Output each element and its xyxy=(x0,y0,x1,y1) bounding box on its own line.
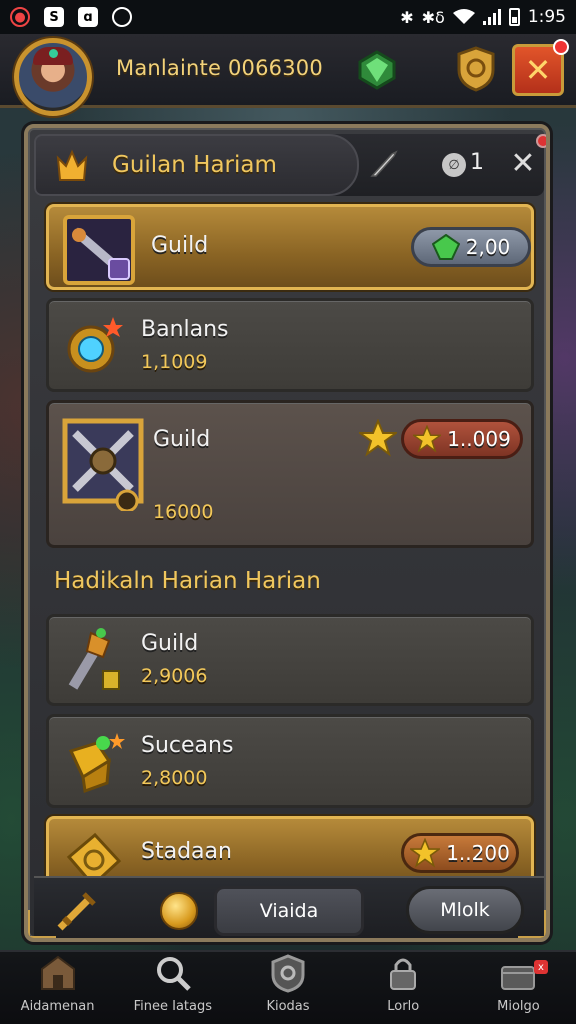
record-icon: ● xyxy=(10,7,30,27)
app-notification-icon: S xyxy=(44,7,64,27)
item-label: Stadaan xyxy=(141,839,232,864)
nav-label: Miolgo xyxy=(497,999,540,1014)
clock-icon xyxy=(112,7,132,27)
avatar[interactable] xyxy=(14,38,92,116)
nav-item-chest[interactable]: x Miolgo xyxy=(461,952,576,1024)
panel-header: Guilan Hariam ∅ 1 ✕ xyxy=(34,134,546,196)
status-bar: ● S ɑ ✱ ✱δ 1:95 xyxy=(0,0,576,34)
nav-item-search[interactable]: Finee Iatags xyxy=(115,952,230,1024)
item-value: 16000 xyxy=(153,501,214,523)
star-icon xyxy=(410,838,441,868)
item-label: Guild xyxy=(153,427,211,452)
status-time: 1:95 xyxy=(527,7,566,27)
panel-corner xyxy=(518,910,546,938)
list-item[interactable]: Guild 2,00 xyxy=(46,204,534,290)
nav-label: Aidamenan xyxy=(20,999,95,1014)
item-value: 1,1009 xyxy=(141,351,208,373)
quill-icon[interactable] xyxy=(368,148,400,180)
panel-close-button[interactable]: ✕ xyxy=(506,134,546,181)
bottom-nav: Aidamenan Finee Iatags Kiodas Lorlo x Mi… xyxy=(0,950,576,1024)
torch-icon xyxy=(68,628,120,690)
nav-label: Finee Iatags xyxy=(133,999,212,1014)
cube-gem-icon xyxy=(68,733,125,794)
price-value: 2,00 xyxy=(465,235,511,259)
list-item[interactable]: Suceans 2,8000 xyxy=(46,714,534,808)
panel-title: Guilan Hariam xyxy=(112,152,277,178)
item-value: 2,8000 xyxy=(141,767,208,789)
gem-price-button[interactable]: 2,00 xyxy=(411,227,531,267)
nav-item-lock[interactable]: Lorlo xyxy=(346,952,461,1024)
counter-value: 1 xyxy=(470,150,484,175)
hat-gem-graphic xyxy=(49,49,58,58)
item-label: Guild xyxy=(151,233,209,258)
nav-label: Lorlo xyxy=(387,999,420,1014)
price-value: 1..200 xyxy=(446,841,510,865)
list-item[interactable]: Banlans 1,1009 xyxy=(46,298,534,392)
notification-dot xyxy=(553,39,569,55)
amulet-icon xyxy=(67,317,123,373)
star-price-button[interactable]: 1..200 xyxy=(401,833,519,873)
nav-label: Kiodas xyxy=(266,999,310,1014)
lock-icon xyxy=(390,958,417,990)
action-button[interactable]: Mlolk xyxy=(406,886,524,934)
guild-panel: Guilan Hariam ∅ 1 ✕ Guild 2,00 Banlans 1… xyxy=(24,124,550,942)
signal-icon xyxy=(482,9,501,25)
crown-icon xyxy=(56,149,88,181)
image-notification-icon: ɑ xyxy=(78,7,98,27)
panel-corner xyxy=(28,910,56,938)
section-title: Hadikaln Harian Harian xyxy=(54,568,321,594)
close-icon: ✕ xyxy=(510,145,536,181)
item-label: Suceans xyxy=(141,733,234,758)
player-name: Manlainte 0066300 xyxy=(116,56,323,80)
wifi-icon xyxy=(452,9,475,24)
tab-button[interactable]: Viaida xyxy=(214,886,364,936)
castle-icon xyxy=(40,955,75,990)
nav-item-home[interactable]: Aidamenan xyxy=(0,952,115,1024)
panel-title-tab: Guilan Hariam xyxy=(34,134,359,196)
search-icon xyxy=(156,957,191,991)
item-label: Guild xyxy=(141,631,199,656)
nav-item-guild[interactable]: Kiodas xyxy=(230,952,345,1024)
star-icon xyxy=(359,419,397,457)
battery-icon xyxy=(508,8,520,26)
star-price-button[interactable]: 1..009 xyxy=(401,419,523,459)
shield-icon[interactable] xyxy=(456,46,496,92)
star-icon xyxy=(413,425,442,453)
sword-icon[interactable] xyxy=(54,888,100,934)
weapon-icon xyxy=(63,215,135,285)
bluetooth-icon: ✱ xyxy=(400,7,414,27)
list-item[interactable]: Guild 16000 1..009 xyxy=(46,400,534,548)
network-type-icon: ✱δ xyxy=(421,7,445,27)
price-value: 1..009 xyxy=(447,427,511,451)
close-icon: ✕ xyxy=(524,51,552,89)
close-button[interactable]: ✕ xyxy=(512,39,569,96)
crossed-swords-icon xyxy=(62,418,144,511)
chest-icon xyxy=(501,966,536,990)
shield-icon xyxy=(271,954,305,993)
action-bar: Viaida Mlolk xyxy=(34,876,544,938)
counter-icon: ∅ xyxy=(442,153,466,177)
top-header: Manlainte 0066300 ✕ xyxy=(0,34,576,116)
coin-icon[interactable] xyxy=(160,892,198,930)
item-label: Banlans xyxy=(141,317,229,342)
notification-dot xyxy=(536,134,546,148)
green-gem-icon[interactable] xyxy=(356,50,398,90)
green-gem-icon xyxy=(431,234,460,260)
list-item[interactable]: Guild 2,9006 xyxy=(46,614,534,706)
notification-badge: x xyxy=(534,960,549,974)
item-value: 2,9006 xyxy=(141,665,208,687)
